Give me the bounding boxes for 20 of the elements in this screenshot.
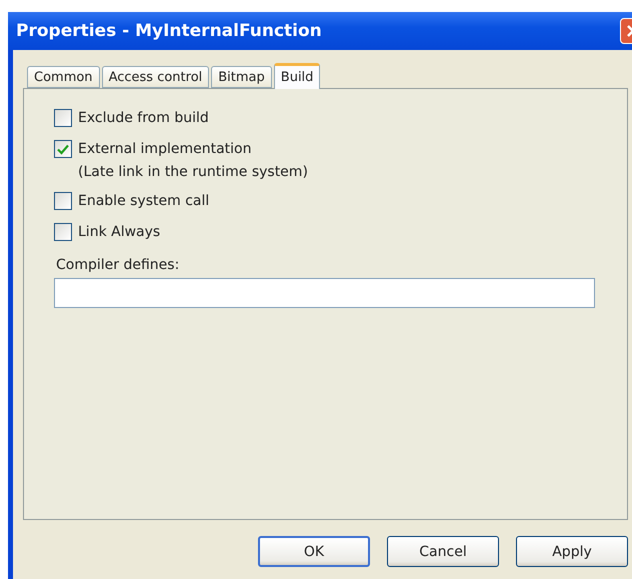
option-note: (Late link in the runtime system) xyxy=(78,163,308,181)
checkbox[interactable] xyxy=(54,223,72,241)
tab[interactable]: Build xyxy=(274,63,320,89)
checkbox[interactable] xyxy=(54,109,72,127)
dialog-button[interactable]: Cancel xyxy=(387,536,499,567)
checkbox[interactable] xyxy=(54,192,72,210)
dialog-button[interactable]: OK xyxy=(258,536,370,567)
field-label: Compiler defines: xyxy=(56,257,180,273)
checkbox[interactable] xyxy=(54,140,72,158)
tab[interactable]: Access control xyxy=(102,66,210,88)
window-title: Properties - MyInternalFunction xyxy=(16,21,322,41)
tab[interactable]: Common xyxy=(27,66,100,88)
dialog-button[interactable]: Apply xyxy=(516,536,628,567)
checkmark-icon xyxy=(57,144,69,154)
checkbox-label: Enable system call xyxy=(78,192,210,210)
input-field[interactable] xyxy=(54,278,595,308)
checkbox-label: Link Always xyxy=(78,223,160,241)
checkbox-label: Exclude from build xyxy=(78,109,209,127)
checkbox-label: External implementation xyxy=(78,140,252,158)
tab[interactable]: Bitmap xyxy=(211,66,272,88)
